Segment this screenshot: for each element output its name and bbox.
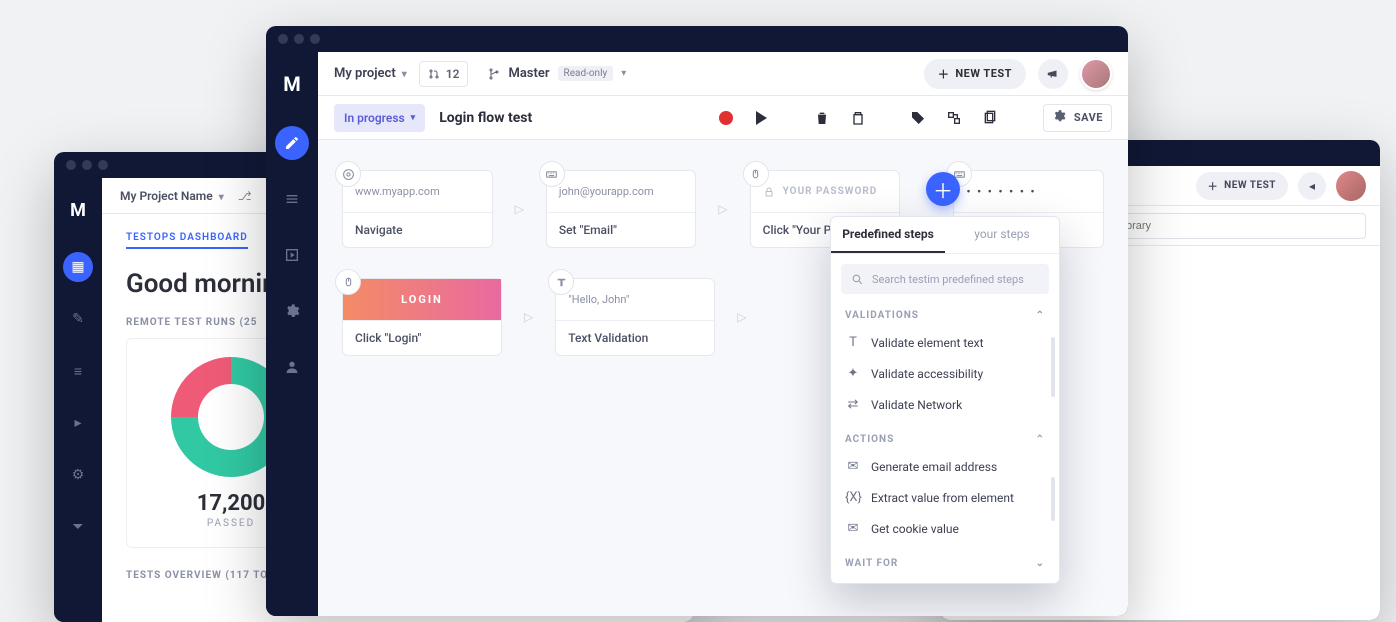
passed-count: 17,200 — [197, 491, 266, 516]
tab-your-steps[interactable]: your steps — [945, 217, 1059, 253]
section-validations[interactable]: VALIDATIONS ⌃ — [831, 304, 1059, 327]
sidebar: M ▦ ✎ ≡ ▸ ⚙ ⏷ — [54, 178, 102, 622]
step-option[interactable]: ✦Validate accessibility — [831, 358, 1059, 389]
save-group: SAVE — [1043, 104, 1112, 132]
save-button[interactable]: SAVE — [1074, 111, 1103, 124]
step-card[interactable]: "Hello, John" Text Validation — [555, 278, 715, 356]
tab-predefined-steps[interactable]: Predefined steps — [831, 217, 945, 253]
sidebar-list-icon[interactable]: ≡ — [63, 356, 93, 386]
step-label: Set "Email" — [547, 213, 696, 247]
sidebar-list-icon[interactable] — [275, 182, 309, 216]
sidebar-user-icon[interactable]: ⏷ — [63, 512, 93, 542]
project-dropdown[interactable]: My project — [334, 66, 407, 81]
chevron-up-icon: ⌃ — [1036, 310, 1045, 321]
branch-name: Master — [508, 66, 549, 81]
step-card[interactable]: www.myapp.com Navigate — [342, 170, 493, 248]
mouse-icon — [335, 269, 361, 295]
copy-icon[interactable] — [979, 107, 1001, 129]
steps-search-input[interactable]: Search testim predefined steps — [841, 264, 1049, 294]
step-option[interactable]: {X}Extract value from element — [831, 482, 1059, 513]
step-preview: www.myapp.com — [343, 171, 492, 213]
gear-icon[interactable] — [1052, 108, 1066, 127]
delete-icon[interactable] — [811, 107, 833, 129]
project-dropdown[interactable]: My Project Name — [120, 189, 224, 203]
play-icon[interactable] — [751, 107, 773, 129]
keyboard-icon — [539, 161, 565, 187]
step-preview: • • • • • • • — [954, 171, 1103, 213]
chevron-up-icon: ⌃ — [1036, 434, 1045, 445]
branch-icon[interactable]: ⎇ — [238, 189, 252, 203]
tag-icon[interactable] — [907, 107, 929, 129]
read-only-badge: Read-only — [558, 66, 614, 81]
record-icon[interactable] — [715, 107, 737, 129]
step-label: Text Validation — [556, 321, 714, 355]
user-avatar[interactable] — [1336, 171, 1366, 201]
test-canvas: www.myapp.com Navigate ▷ john@yourapp.co… — [318, 140, 1128, 616]
step-card[interactable]: john@yourapp.com Set "Email" — [546, 170, 697, 248]
test-status-dropdown[interactable]: In progress — [334, 104, 425, 132]
test-name: Login flow test — [439, 110, 532, 126]
step-preview: YOUR PASSWORD — [751, 171, 900, 213]
step-option[interactable]: ⇄Validate Network — [831, 389, 1059, 420]
steps-panel: Predefined steps your steps Search testi… — [830, 216, 1060, 584]
step-option[interactable]: TValidate element text — [831, 327, 1059, 358]
pull-request-indicator[interactable]: 12 — [419, 61, 469, 87]
group-icon[interactable] — [943, 107, 965, 129]
branch-selector[interactable]: Master Read-only ▾ — [480, 61, 634, 87]
passed-label: PASSED — [207, 518, 255, 529]
sidebar-edit-icon[interactable] — [275, 126, 309, 160]
chevron-down-icon: ⌄ — [1036, 558, 1045, 569]
clipboard-icon[interactable] — [847, 107, 869, 129]
step-option[interactable]: ✉Get cookie value — [831, 513, 1059, 544]
editor-window: M My project 12 Master Read-only — [266, 26, 1128, 616]
app-logo: M — [54, 190, 102, 230]
sidebar-user-icon[interactable] — [275, 350, 309, 384]
new-test-button[interactable]: ＋NEW TEST — [924, 59, 1026, 89]
sidebar-dashboard-icon[interactable]: ▦ — [63, 252, 93, 282]
navigate-icon — [335, 161, 361, 187]
sidebar-play-icon[interactable]: ▸ — [63, 408, 93, 438]
sidebar-settings-icon[interactable]: ⚙ — [63, 460, 93, 490]
announcements-icon[interactable] — [1038, 59, 1068, 89]
announcements-icon[interactable]: ◂ — [1298, 172, 1326, 200]
step-preview: john@yourapp.com — [547, 171, 696, 213]
step-card[interactable]: LOGIN Click "Login" — [342, 278, 502, 356]
step-arrow-icon: ▷ — [515, 202, 524, 216]
step-label: Click "Login" — [343, 321, 501, 355]
window-traffic-lights — [266, 26, 1128, 52]
section-actions[interactable]: ACTIONS ⌃ — [831, 428, 1059, 451]
step-preview: "Hello, John" — [556, 279, 714, 321]
mouse-icon — [743, 161, 769, 187]
app-logo: M — [266, 64, 318, 104]
sidebar: M — [266, 52, 318, 616]
sidebar-runs-icon[interactable] — [275, 238, 309, 272]
new-test-button[interactable]: ＋NEW TEST — [1196, 172, 1288, 200]
sidebar-settings-icon[interactable] — [275, 294, 309, 328]
user-avatar[interactable] — [1080, 58, 1112, 90]
pr-count: 12 — [446, 67, 460, 81]
add-step-button[interactable]: ＋ — [926, 172, 960, 206]
editor-top-header: My project 12 Master Read-only ▾ ＋NEW TE… — [318, 52, 1128, 96]
editor-toolbar: In progress Login flow test SAVE — [318, 96, 1128, 140]
step-arrow-icon: ▷ — [737, 310, 746, 324]
step-arrow-icon: ▷ — [524, 310, 533, 324]
step-arrow-icon: ▷ — [718, 202, 727, 216]
tab-testops-dashboard[interactable]: TESTOPS DASHBOARD — [126, 232, 248, 249]
step-preview: LOGIN — [343, 279, 501, 321]
step-option[interactable]: ✉Generate email address — [831, 451, 1059, 482]
section-wait-for[interactable]: WAIT FOR ⌄ — [831, 552, 1059, 575]
sidebar-edit-icon[interactable]: ✎ — [63, 304, 93, 334]
step-label: Navigate — [343, 213, 492, 247]
